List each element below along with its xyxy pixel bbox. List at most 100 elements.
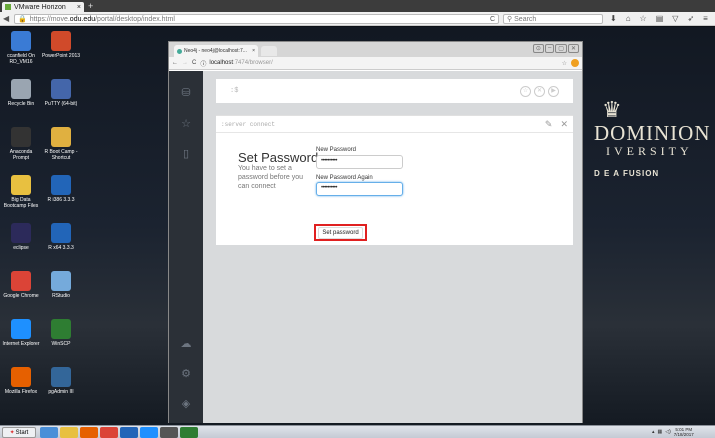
desktop-icon-label: Internet Explorer (2, 341, 40, 347)
taskbar-app-icon[interactable] (60, 427, 78, 438)
warning-icon[interactable] (571, 59, 579, 67)
about-icon[interactable]: ◈ (179, 397, 193, 411)
documents-icon[interactable]: ▯ (179, 147, 193, 161)
app-icon (11, 367, 31, 387)
taskbar-app-icon[interactable] (120, 427, 138, 438)
desktop-icon[interactable]: PowerPoint 2013 (41, 31, 81, 59)
new-password-input[interactable]: •••••••••• (316, 155, 403, 169)
desktop-icon-label: PowerPoint 2013 (41, 53, 81, 59)
app-icon (11, 31, 31, 51)
forward-icon[interactable]: → (182, 60, 188, 66)
brand-line-1: DOMINION (594, 121, 711, 145)
desktop-icon[interactable]: WinSCP (41, 319, 81, 347)
maximize-icon[interactable]: ▢ (555, 44, 567, 53)
host-url-bar[interactable]: 🔒 https://move.odu.edu/portal/desktop/in… (14, 14, 499, 24)
close-icon[interactable]: × (252, 48, 255, 54)
minimize-icon[interactable]: – (544, 44, 555, 53)
desktop-icon-label: R i386 3.3.3 (47, 197, 75, 203)
lock-icon: 🔒 (18, 16, 27, 23)
neo4j-browser-window: Neo4j - neo4j@localhost:7... × ⊙ – ▢ ✕ ←… (168, 41, 583, 423)
crown-icon: ♛ (602, 97, 622, 122)
new-tab-button[interactable]: + (88, 1, 93, 11)
send-icon[interactable]: ➶ (687, 14, 694, 23)
desktop-icon-label: ccanfield On RD_VM16 (7, 53, 35, 65)
app-icon (51, 271, 71, 291)
network-icon[interactable]: ▦ (658, 429, 663, 435)
taskbar: ✦ Start ▴ ▦ ◁) 5:01 PM 7/18/2017 (0, 425, 715, 438)
desktop-icon[interactable]: Big Data Bootcamp Files (1, 175, 41, 209)
desktop-icon[interactable]: pgAdmin III (41, 367, 81, 395)
new-password-again-input[interactable]: •••••••••• (316, 182, 403, 196)
inner-tab-neo4j[interactable]: Neo4j - neo4j@localhost:7... × (174, 45, 258, 57)
desktop-icon[interactable]: ccanfield On RD_VM16 (1, 31, 41, 65)
desktop-icon-label: Anaconda Prompt (9, 149, 33, 161)
run-icon[interactable]: ▶ (548, 85, 559, 97)
desktop-icon[interactable]: Internet Explorer (1, 319, 41, 347)
desktop-icon[interactable]: eclipse (1, 223, 41, 251)
taskbar-app-icon[interactable] (100, 427, 118, 438)
app-icon (51, 31, 71, 51)
inner-url-bar[interactable]: ⓘ localhost:7474/browser/ (200, 59, 557, 68)
bookmark-star-icon[interactable]: ☆ (640, 14, 647, 23)
desktop-icon[interactable]: R i386 3.3.3 (41, 175, 81, 203)
desktop-icon-label: Recycle Bin (7, 101, 35, 107)
taskbar-app-icon[interactable] (140, 427, 158, 438)
tray-arrow-icon[interactable]: ▴ (652, 429, 655, 435)
clear-icon[interactable]: ✕ (534, 85, 545, 97)
inner-nav-bar: ← → C ⓘ localhost:7474/browser/ ☆ (169, 57, 582, 70)
brand-line-3: D E A FUSION (594, 169, 660, 178)
favorites-star-icon[interactable]: ☆ (179, 117, 193, 131)
taskbar-app-icon[interactable] (40, 427, 58, 438)
inner-new-tab[interactable] (261, 46, 277, 56)
frame-command[interactable]: :server connect (221, 121, 275, 128)
clock[interactable]: 5:01 PM 7/18/2017 (674, 427, 694, 437)
cloud-icon[interactable]: ☁ (179, 337, 193, 351)
favorite-icon[interactable]: ☆ (520, 85, 531, 97)
desktop-icon[interactable]: PuTTY (64-bit) (41, 79, 81, 107)
user-icon[interactable]: ⊙ (532, 44, 544, 53)
menu-icon[interactable]: ≡ (703, 14, 708, 23)
settings-gear-icon[interactable]: ⚙ (179, 367, 193, 381)
library-icon[interactable]: ▤ (656, 14, 664, 23)
set-password-title: Set Password (238, 150, 319, 165)
desktop-icon[interactable]: R x64 3.3.3 (41, 223, 81, 251)
volume-icon[interactable]: ◁) (665, 429, 671, 435)
cypher-editor[interactable]: :$ ☆ ✕ ▶ (216, 79, 573, 103)
host-toolbar-icons: ⬇ ⌂ ☆ ▤ ▽ ➶ ≡ (610, 14, 708, 23)
home-icon[interactable]: ⌂ (626, 14, 631, 23)
close-icon[interactable]: × (77, 4, 81, 11)
desktop-icon[interactable]: Anaconda Prompt (1, 127, 41, 161)
host-tab-vmware[interactable]: VMware Horizon × (2, 2, 84, 12)
reload-icon[interactable]: C (490, 16, 495, 23)
start-button[interactable]: ✦ Start (2, 427, 36, 438)
editor-prompt: :$ (230, 87, 239, 95)
reload-icon[interactable]: C (192, 60, 196, 66)
search-icon: ⚲ (507, 16, 513, 23)
neo4j-sidebar: ⛁ ☆ ▯ ☁ ⚙ ◈ (169, 71, 203, 423)
close-frame-icon[interactable]: ✕ (560, 119, 568, 130)
app-icon (51, 175, 71, 195)
pin-icon[interactable]: ✎ (545, 119, 553, 130)
bookmark-star-icon[interactable]: ☆ (562, 60, 567, 67)
desktop-icon[interactable]: Recycle Bin (1, 79, 41, 107)
pocket-icon[interactable]: ▽ (672, 14, 678, 23)
neo4j-app: ⛁ ☆ ▯ ☁ ⚙ ◈ :$ ☆ ✕ ▶ :server connect ✎ ✕ (169, 71, 582, 423)
set-password-button[interactable]: Set password (318, 226, 363, 239)
desktop-icon[interactable]: Mozilla Firefox (1, 367, 41, 395)
app-icon (11, 319, 31, 339)
taskbar-app-icon[interactable] (160, 427, 178, 438)
back-icon[interactable]: ← (172, 60, 178, 66)
taskbar-app-icon[interactable] (80, 427, 98, 438)
desktop-icon[interactable]: R Boot Camp - Shortcut (41, 127, 81, 161)
host-search-input[interactable]: ⚲ Search (503, 14, 603, 24)
desktop-icon-label: R Boot Camp - Shortcut (44, 149, 78, 161)
back-icon[interactable]: ◀ (3, 14, 9, 23)
app-icon (11, 223, 31, 243)
download-icon[interactable]: ⬇ (610, 14, 617, 23)
desktop-icon[interactable]: Google Chrome (1, 271, 41, 299)
desktop-icon[interactable]: RStudio (41, 271, 81, 299)
taskbar-app-icon[interactable] (180, 427, 198, 438)
desktop-icon-label: pgAdmin III (48, 389, 74, 395)
database-icon[interactable]: ⛁ (179, 86, 193, 100)
close-window-icon[interactable]: ✕ (567, 44, 579, 53)
